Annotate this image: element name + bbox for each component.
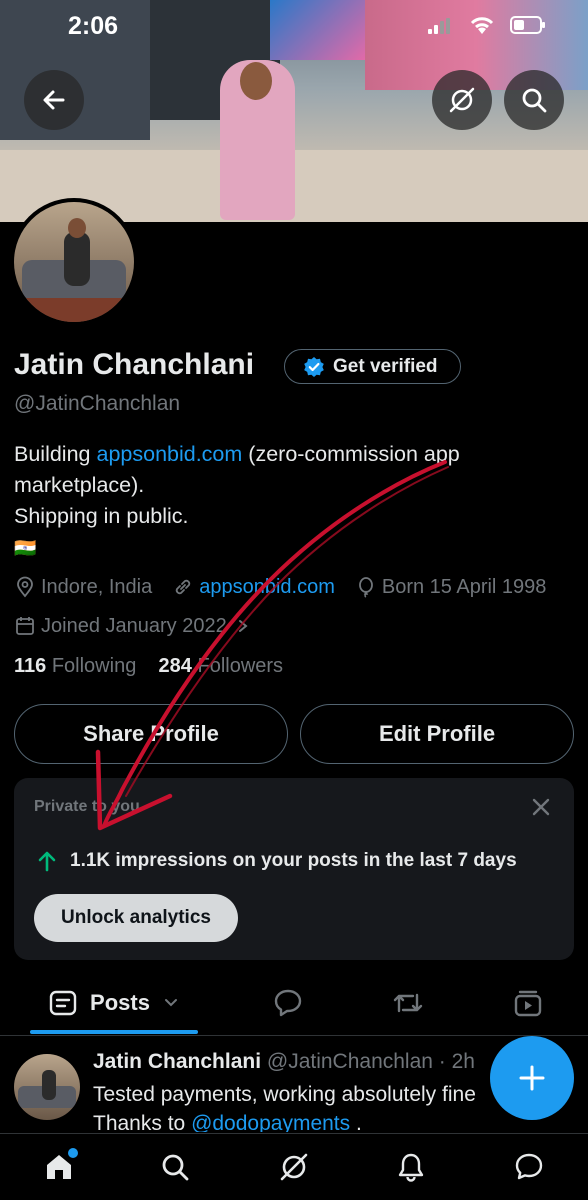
analytics-card: Private to you 1.1K impressions on your … <box>14 778 574 960</box>
chevron-right-icon <box>238 620 248 632</box>
chevron-down-icon <box>164 999 177 1007</box>
search-icon <box>162 1154 189 1181</box>
follow-counts: 116 Following 284 Followers <box>14 655 283 678</box>
bell-icon <box>398 1153 424 1182</box>
bio-flag: 🇮🇳 <box>14 538 37 558</box>
unlock-analytics-button[interactable]: Unlock analytics <box>34 894 238 942</box>
profile-name: Jatin Chanchlani <box>14 348 255 381</box>
tab-posts[interactable]: Posts <box>30 972 198 1034</box>
grok-icon <box>449 87 475 113</box>
profile-bio: Building appsonbid.com (zero-commission … <box>14 439 574 564</box>
status-time: 2:06 <box>68 12 119 40</box>
following-label: Following <box>51 655 137 677</box>
arrow-up-icon <box>38 851 56 872</box>
post-header: Jatin Chanchlani @JatinChanchlan · 2h <box>93 1050 475 1074</box>
tab-replies[interactable] <box>258 972 318 1034</box>
website-item[interactable]: appsonbid.com <box>172 576 335 599</box>
calendar-icon <box>16 617 34 635</box>
profile-banner: 2:06 <box>0 0 588 222</box>
joined-text: Joined January 2022 <box>41 614 227 637</box>
location-item: Indore, India <box>14 576 152 599</box>
location-pin-icon <box>17 576 33 598</box>
profile-handle: @JatinChanchlan <box>14 392 181 415</box>
post-mention[interactable]: @dodopayments <box>191 1112 350 1132</box>
search-icon <box>522 88 547 113</box>
following-count: 116 <box>14 655 47 677</box>
bio-prefix: Building <box>14 442 97 466</box>
get-verified-label: Get verified <box>333 355 438 377</box>
followers-label: Followers <box>197 655 284 677</box>
post-avatar-person <box>42 1070 56 1100</box>
profile-avatar[interactable] <box>10 198 138 326</box>
bottom-nav <box>0 1133 588 1200</box>
profile-meta-row: Indore, India appsonbid.com Born 15 Apri… <box>14 572 566 602</box>
wifi-icon <box>470 17 494 34</box>
followers-count: 284 <box>158 655 192 677</box>
tab-reposts[interactable] <box>378 972 438 1034</box>
nav-search[interactable] <box>158 1150 192 1184</box>
avatar-image <box>14 202 134 322</box>
tab-media[interactable] <box>498 972 558 1034</box>
envelope-icon <box>515 1153 543 1180</box>
location-text: Indore, India <box>41 575 153 598</box>
close-icon[interactable] <box>530 796 552 818</box>
post-line2-suffix: . <box>350 1112 362 1132</box>
balloon-icon <box>358 577 373 598</box>
avatar-person <box>64 232 90 286</box>
profile-tabs: Posts <box>0 972 588 1034</box>
compose-button[interactable] <box>490 1036 574 1120</box>
search-button[interactable] <box>504 70 564 130</box>
get-verified-button[interactable]: Get verified <box>284 349 461 384</box>
followers-link[interactable]: 284 Followers <box>159 655 284 677</box>
bio-line2: Shipping in public. <box>14 504 189 528</box>
post-line1: Tested payments, working absolutely fine <box>93 1083 476 1106</box>
banner-person-head <box>240 62 272 100</box>
post-author-avatar[interactable] <box>14 1054 80 1120</box>
impressions-stat: 1.1K impressions on your posts in the la… <box>36 850 517 872</box>
avatar-floor <box>14 298 134 322</box>
joined-row[interactable]: Joined January 2022 <box>14 611 251 641</box>
repost-icon <box>393 993 423 1013</box>
nav-notifications[interactable] <box>394 1150 428 1184</box>
home-notification-dot <box>68 1148 78 1158</box>
private-to-you-label: Private to you <box>34 798 140 815</box>
post-text: Tested payments, working absolutely fine… <box>93 1080 476 1132</box>
link-icon <box>176 579 191 595</box>
verified-badge-icon <box>304 356 324 377</box>
post-author-name[interactable]: Jatin Chanchlani <box>93 1050 261 1073</box>
post-author-handle-time: @JatinChanchlan · 2h <box>266 1050 475 1073</box>
plus-icon <box>519 1065 545 1091</box>
birthday-text: Born 15 April 1998 <box>381 575 547 598</box>
nav-messages[interactable] <box>512 1150 546 1184</box>
tab-posts-label: Posts <box>90 990 150 1015</box>
website-link[interactable]: appsonbid.com <box>199 576 335 599</box>
bio-link[interactable]: appsonbid.com <box>96 442 242 466</box>
back-button[interactable] <box>24 70 84 130</box>
post-line2-prefix: Thanks to <box>93 1112 192 1132</box>
nav-grok[interactable] <box>277 1150 311 1184</box>
following-link[interactable]: 116 Following <box>14 655 136 677</box>
edit-profile-button[interactable]: Edit Profile <box>300 704 574 764</box>
active-tab-indicator <box>30 1030 198 1034</box>
arrow-left-icon <box>43 90 65 110</box>
grok-icon <box>280 1153 308 1181</box>
status-bar: 2:06 <box>0 0 588 50</box>
birthday-item: Born 15 April 1998 <box>355 575 547 599</box>
video-icon <box>514 990 542 1017</box>
grok-button[interactable] <box>432 70 492 130</box>
signal-icon <box>428 18 450 34</box>
avatar-person-head <box>68 218 86 238</box>
impressions-text: 1.1K impressions on your posts in the la… <box>70 850 517 871</box>
battery-icon <box>510 16 545 34</box>
share-profile-button[interactable]: Share Profile <box>14 704 288 764</box>
speech-bubble-icon <box>274 989 302 1017</box>
posts-icon <box>49 990 77 1016</box>
